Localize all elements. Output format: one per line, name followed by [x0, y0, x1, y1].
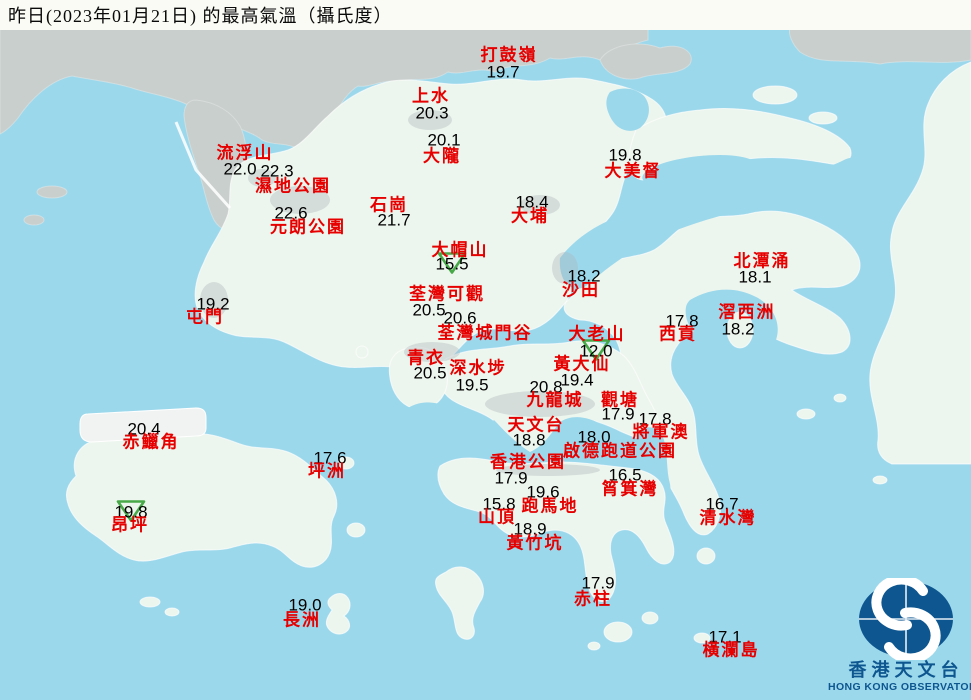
east-islet — [833, 393, 847, 403]
top-right-coast — [789, 27, 971, 65]
cheung-chau-island — [325, 593, 351, 635]
station-name: 西貢 — [659, 324, 697, 344]
station-name: 沙田 — [562, 280, 600, 300]
station-value: 20.5 — [412, 300, 446, 320]
station-name: 大老山 — [568, 324, 626, 344]
station-name: 長洲 — [283, 610, 321, 630]
deep-bay-islet — [36, 185, 68, 199]
beaufort-island — [641, 611, 659, 625]
station-name: 濕地公園 — [255, 176, 331, 196]
station-name: 荃灣可觀 — [409, 284, 485, 304]
station-value: 19.7 — [486, 62, 520, 82]
weather-map-page: 19.7 打鼓嶺 20.3 上水 20.1 大隴 22.0 流浮山 22.3 濕地公園 22.6 元朗… — [0, 0, 971, 700]
east-islet — [796, 408, 816, 420]
station-name: 青衣 — [407, 348, 445, 368]
station-name: 赤柱 — [574, 589, 612, 609]
station-name: 橫瀾島 — [702, 640, 760, 660]
station-name: 天文台 — [507, 415, 565, 435]
page-title: 昨日(2023年01月21日) 的最高氣溫（攝氏度） — [8, 6, 393, 26]
station-name: 大隴 — [423, 146, 461, 166]
station-value: 22.0 — [223, 159, 257, 179]
station-name: 將軍澳 — [632, 422, 690, 442]
station-name: 香港公園 — [490, 452, 566, 472]
station-name: 滘西洲 — [718, 302, 776, 322]
station-name: 荃灣城門谷 — [437, 323, 533, 343]
station-name: 打鼓嶺 — [480, 45, 538, 65]
station-name: 大美督 — [604, 161, 662, 181]
station-name: 九龍城 — [526, 390, 584, 410]
station-value: 20.3 — [415, 103, 449, 123]
po-toi-island — [603, 621, 633, 643]
station-name: 流浮山 — [216, 143, 274, 163]
station-name: 上水 — [412, 86, 450, 106]
station-value: 18.2 — [721, 319, 755, 339]
tung-lung-island — [696, 547, 716, 565]
station-name: 坪洲 — [308, 461, 346, 481]
ma-wan-island — [355, 345, 369, 359]
station-name: 筲箕灣 — [601, 479, 659, 499]
station-value: 19.4 — [560, 370, 594, 390]
mirs-bay-island — [752, 85, 798, 105]
station-name: 北潭涌 — [733, 251, 791, 271]
station-name: 黃竹坑 — [506, 533, 564, 553]
station-name: 跑馬地 — [521, 496, 579, 516]
hko-logo: 香港天文台 HONG KONG OBSERVATORY — [818, 578, 971, 693]
station-name: 黃大仙 — [553, 354, 611, 374]
title-bar: 昨日(2023年01月21日) 的最高氣溫（攝氏度） — [0, 0, 971, 30]
ninepin-islands — [872, 475, 888, 485]
hei-ling-chau-island — [346, 522, 366, 538]
station-name: 深水埗 — [449, 358, 507, 378]
station-name: 大帽山 — [431, 240, 489, 260]
soko-islet — [164, 607, 180, 617]
station-value: 19.5 — [455, 375, 489, 395]
soko-islands — [139, 596, 161, 608]
station-value: 18.1 — [738, 267, 772, 287]
station-name: 觀塘 — [601, 390, 639, 410]
mirs-bay-island — [808, 111, 838, 125]
hko-logo-name-en: HONG KONG OBSERVATORY — [828, 680, 971, 693]
station-name: 元朗公園 — [270, 217, 346, 237]
station-name: 昂坪 — [111, 515, 149, 535]
deep-bay-islet — [23, 214, 45, 226]
hko-logo-name-zh: 香港天文台 — [848, 660, 964, 680]
station-value: 17.9 — [494, 468, 528, 488]
station-name: 石崗 — [370, 195, 408, 215]
hko-logo-icon — [859, 578, 953, 660]
station-name: 赤鱲角 — [122, 432, 180, 452]
station-name: 山頂 — [478, 507, 516, 527]
station-name: 清水灣 — [699, 508, 757, 528]
station-name: 啟德跑道公園 — [563, 441, 677, 461]
station-name: 屯門 — [186, 307, 224, 327]
station-name: 大埔 — [511, 206, 549, 226]
south-islet — [587, 641, 601, 651]
